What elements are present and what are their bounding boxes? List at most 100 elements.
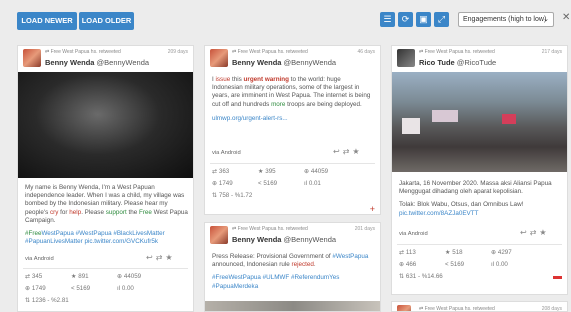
like-value: 891 (78, 273, 89, 280)
reach-value: 44059 (310, 168, 329, 175)
tweet-link[interactable]: pic.twitter.com/8AZJa0EVTT (399, 210, 478, 217)
avatar[interactable] (210, 226, 228, 244)
avatar[interactable] (397, 305, 411, 311)
followers-count: ⊕ 466 (399, 261, 417, 268)
tweet-age: 209 days (167, 49, 188, 55)
tweet-text: I issue this urgent warning to the world… (205, 72, 380, 127)
text-part: troops are being deployed. (285, 100, 362, 108)
range-number: 1236 - %2.81 (31, 297, 69, 304)
star-icon[interactable]: ★ (539, 228, 549, 237)
reach-value: 44059 (123, 273, 142, 280)
followers-value: 466 (405, 261, 417, 268)
retweet-label: ⇄ Free West Papua hs. retweeted (419, 49, 495, 55)
share-count: < 5169 (258, 180, 278, 187)
retweet-count: ⇄ 113 (399, 249, 416, 256)
tweet-header: ⇄ Free West Papua hs. retweeted Benny We… (205, 223, 380, 249)
hashtag-free[interactable]: #Free (25, 230, 41, 237)
tweet-image[interactable] (205, 301, 380, 311)
tweet-text: Press Release: Provisional Government of… (205, 249, 380, 295)
retweet-icon[interactable]: ⇄ (343, 147, 353, 156)
text-part: this (230, 76, 244, 83)
star-icon[interactable]: ★ (165, 253, 175, 262)
share-value: 5169 (450, 261, 465, 268)
share-value: 5169 (76, 285, 91, 292)
hashtags-link[interactable]: #FreeWestPapua #ULMWF #ReferendumYes #Pa… (212, 274, 373, 290)
retweet-label: ⇄ Free West Papua hs. retweeted (232, 226, 308, 232)
expand-icon[interactable]: ⤢ (434, 12, 449, 27)
text-paragraph: Jakarta, 16 November 2020. Massa aksi Al… (399, 180, 552, 196)
divider (397, 244, 562, 245)
reach-value: 4297 (497, 249, 512, 256)
tweet-card[interactable]: ⇄ Free West Papua hs. retweeted Benny We… (204, 45, 381, 215)
tweet-actions: ↩⇄★ (146, 253, 176, 262)
sort-value: Engagements (high to low) (463, 16, 547, 23)
refresh-icon[interactable]: ⟳ (398, 12, 413, 27)
followers-count: ⊕ 1749 (25, 285, 46, 292)
range-number: 631 - %14.66 (405, 273, 443, 280)
divider (23, 268, 188, 269)
tweet-card[interactable]: ⇄ Free West Papua hs. retweeted Benny We… (204, 222, 381, 312)
reply-icon[interactable]: ↩ (520, 228, 530, 237)
load-older-button[interactable]: LOAD OLDER (79, 12, 134, 30)
banner-shape (502, 114, 516, 124)
author-name[interactable]: Benny Wenda @BennyWenda (45, 58, 149, 67)
avatar[interactable] (210, 49, 228, 67)
author-name[interactable]: Benny Wenda @BennyWenda (232, 58, 336, 67)
tweet-card[interactable]: ⇄ Free West Papua hs. retweeted Benny We… (17, 45, 194, 312)
range-value: ⇅ 758 - %1.72 (212, 192, 253, 199)
reach-count: ⊕ 44059 (304, 168, 329, 175)
share-count: < 5169 (445, 261, 465, 268)
retweet-count: ⇄ 363 (212, 168, 230, 175)
author-display-name: Rico Tude (419, 58, 455, 67)
tweet-age: 217 days (541, 49, 562, 55)
retweet-value: 113 (405, 249, 416, 256)
author-name[interactable]: Rico Tude @RicoTude (419, 58, 496, 67)
tweet-link[interactable]: ulmwp.org/urgent-alert-rs... (212, 115, 373, 123)
score-number: 0.00 (121, 285, 134, 292)
tweet-age: 201 days (354, 226, 375, 232)
retweet-icon[interactable]: ⇄ (156, 253, 166, 262)
image-icon[interactable]: ▣ (416, 12, 431, 27)
star-icon[interactable]: ★ (352, 147, 362, 156)
text-part: Tolak: Blok Wabu, Otsus, dan Omnibus Law… (399, 201, 524, 209)
keyword-more: more (271, 100, 286, 108)
retweet-label: ⇄ Free West Papua hs. retweeted (419, 306, 495, 312)
reply-icon[interactable]: ↩ (146, 253, 156, 262)
retweet-value: 363 (218, 168, 230, 175)
keyword-support: support (105, 208, 127, 216)
flag-icon (553, 276, 562, 282)
score-value: ıl 0.00 (491, 261, 508, 268)
reach-count: ⊕ 4297 (491, 249, 512, 256)
tweet-header: ⇄ Free West Papua hs. retweeted Benny We… (18, 46, 193, 72)
tweet-image[interactable] (392, 72, 567, 172)
list-icon[interactable]: ☰ (380, 12, 395, 27)
banner-shape (432, 110, 458, 122)
score-number: 0.00 (495, 261, 508, 268)
load-newer-button[interactable]: LOAD NEWER (17, 12, 77, 30)
tweet-card[interactable]: ⇄ Free West Papua hs. retweeted Rico Tud… (391, 45, 568, 295)
text-part: . Please (81, 208, 106, 216)
via-label: via Android (212, 150, 241, 156)
sort-select[interactable]: Engagements (high to low) ⌄ (458, 12, 554, 27)
text-part: announced, Indonesian rule (212, 261, 292, 269)
reply-icon[interactable]: ↩ (333, 147, 343, 156)
avatar[interactable] (23, 49, 41, 67)
close-icon[interactable]: ✕ (562, 12, 570, 23)
tweet-card[interactable]: ⇄ Free West Papua hs. retweeted 208 days (391, 301, 568, 312)
hashtag-westpapua[interactable]: #WestPapua (332, 253, 368, 260)
keyword-help: help (69, 208, 82, 216)
tweet-image[interactable] (18, 72, 193, 178)
tweet-age: 46 days (357, 49, 375, 55)
hashtags-link[interactable]: WestPapua #WestPapua #BlackLivesMatter #… (25, 230, 165, 245)
keyword-urgent: urgent warning (243, 76, 289, 83)
tweet-actions: ↩⇄★ (333, 147, 363, 156)
author-name[interactable]: Benny Wenda @BennyWenda (232, 235, 336, 244)
retweet-label: ⇄ Free West Papua hs. retweeted (232, 49, 308, 55)
flag-icon: + (369, 204, 375, 214)
author-display-name: Benny Wenda (232, 58, 282, 67)
avatar[interactable] (397, 49, 415, 67)
range-number: 758 - %1.72 (218, 192, 253, 199)
retweet-icon[interactable]: ⇄ (530, 228, 540, 237)
author-handle: @BennyWenda (96, 58, 150, 67)
score-value: ıl 0.00 (117, 285, 134, 292)
